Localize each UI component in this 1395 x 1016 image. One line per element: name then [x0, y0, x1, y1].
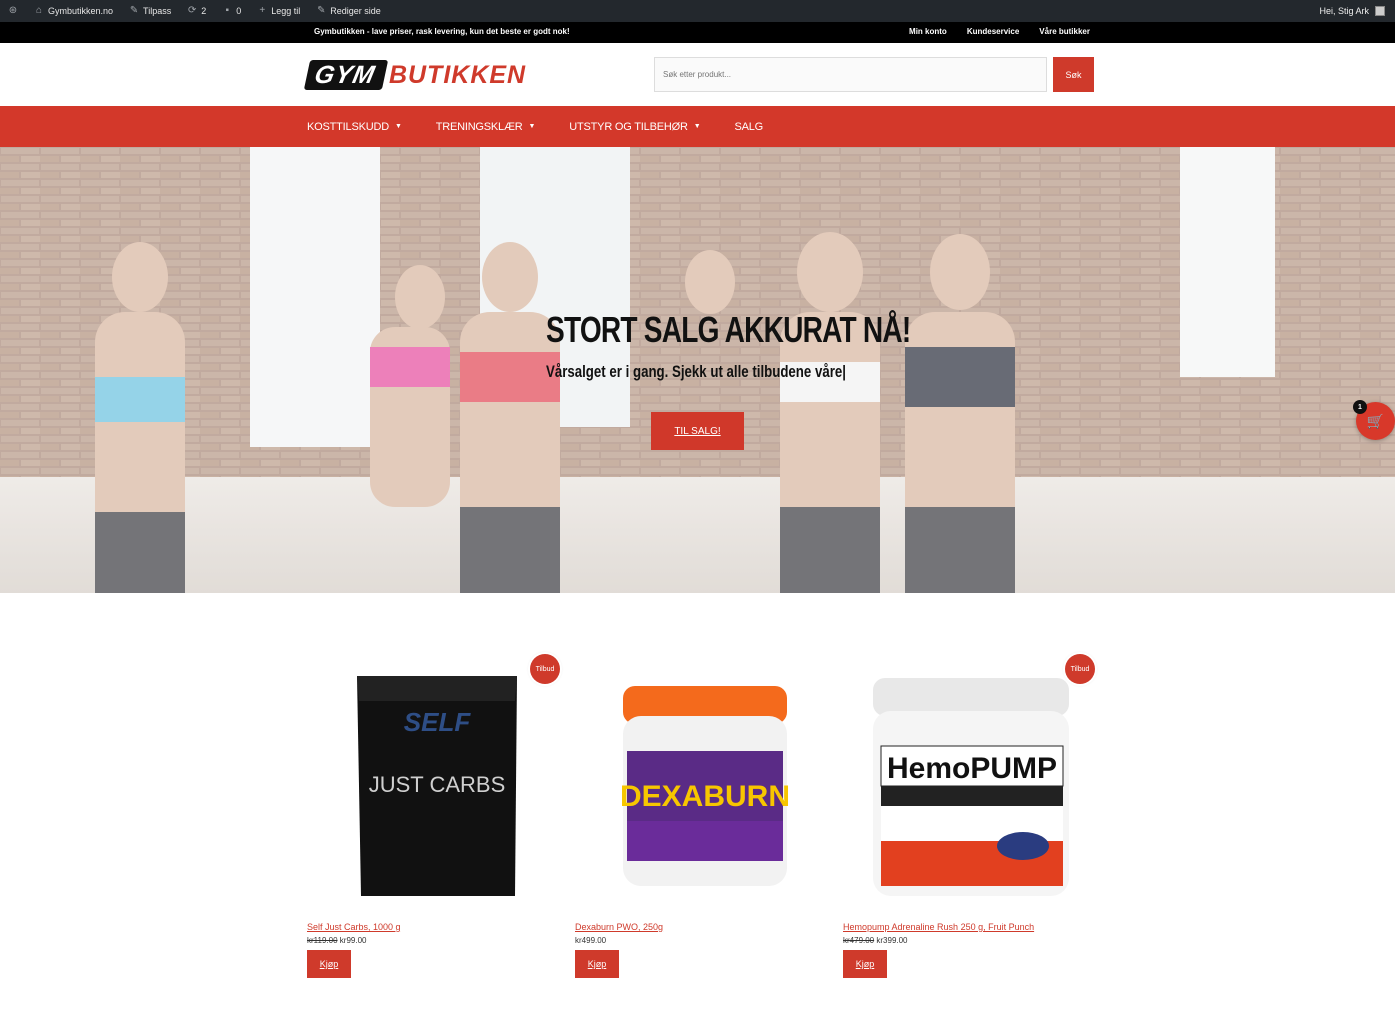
site-header: GYM BUTIKKEN Søk	[0, 43, 1395, 106]
pencil-icon: ✎	[317, 5, 326, 16]
product-image[interactable]: DEXABURN	[575, 656, 835, 896]
admin-add-new-link[interactable]: + Legg til	[249, 0, 308, 22]
wordpress-logo-icon[interactable]: ⊛	[0, 0, 26, 22]
caret-down-icon: ▼	[528, 123, 536, 130]
product-name-link[interactable]: Self Just Carbs, 1000 g	[307, 922, 401, 932]
product-search-input[interactable]	[654, 57, 1047, 92]
avatar	[1375, 6, 1385, 16]
comment-icon: ▪	[225, 5, 229, 16]
admin-site-link[interactable]: ⌂ Gymbutikken.no	[26, 0, 121, 22]
my-account-link[interactable]: Min konto	[909, 27, 947, 36]
customer-service-link[interactable]: Kundeservice	[967, 27, 1019, 36]
product-image[interactable]: SELF JUST CARBS	[307, 656, 567, 896]
admin-account-menu[interactable]: Hei, Stig Ark	[1319, 6, 1395, 16]
svg-text:DEXABURN: DEXABURN	[620, 780, 790, 813]
admin-comments-link[interactable]: ▪ 0	[214, 0, 249, 22]
product-name-link[interactable]: Hemopump Adrenaline Rush 250 g, Fruit Pu…	[843, 922, 1034, 932]
caret-down-icon: ▼	[394, 123, 402, 130]
product-price: kr479.00 kr399.00	[843, 936, 908, 945]
admin-bar: ⊛ ⌂ Gymbutikken.no ✎ Tilpass ⟳ 2 ▪ 0 + Legg t…	[0, 0, 1395, 22]
our-stores-link[interactable]: Våre butikker	[1039, 27, 1090, 36]
sale-badge: Tilbud	[1065, 654, 1095, 684]
top-info-bar: Gymbutikken - lave priser, rask levering…	[0, 22, 1395, 43]
cart-count-badge: 1	[1353, 400, 1367, 414]
nav-item-utstyr[interactable]: UTSTYR OG TILBEHØR ▼	[569, 121, 700, 133]
hero-banner: STORT SALG AKKURAT NÅ! Vårsalget er i ga…	[0, 147, 1395, 593]
buy-button[interactable]: Kjøp	[575, 950, 619, 978]
hero-cta-button[interactable]: TIL SALG!	[651, 412, 744, 450]
admin-updates-link[interactable]: ⟳ 2	[179, 0, 214, 22]
svg-text:SELF: SELF	[404, 707, 472, 737]
search-button[interactable]: Søk	[1053, 57, 1094, 92]
site-logo[interactable]: GYM BUTIKKEN	[303, 60, 526, 90]
nav-item-salg[interactable]: SALG	[734, 121, 763, 133]
cart-icon: 🛒	[1366, 412, 1385, 429]
top-links: Min konto Kundeservice Våre butikker	[909, 27, 1090, 36]
nav-item-kosttilskudd[interactable]: KOSTTILSKUDD ▼	[307, 121, 402, 133]
tagline: Gymbutikken - lave priser, rask levering…	[314, 27, 570, 36]
admin-customize-link[interactable]: ✎ Tilpass	[121, 0, 179, 22]
product-price: kr499.00	[575, 936, 607, 945]
buy-button[interactable]: Kjøp	[307, 950, 351, 978]
admin-edit-page-link[interactable]: ✎ Rediger side	[308, 0, 389, 22]
buy-button[interactable]: Kjøp	[843, 950, 887, 978]
caret-down-icon: ▼	[693, 123, 701, 130]
product-name-link[interactable]: Dexaburn PWO, 250g	[575, 922, 663, 932]
plus-icon: +	[259, 5, 266, 16]
sale-badge: Tilbud	[530, 654, 560, 684]
nav-item-treningsklaer[interactable]: TRENINGSKLÆR ▼	[436, 121, 536, 133]
svg-text:HemoPUMP: HemoPUMP	[887, 752, 1057, 785]
hero-subtitle: Vårsalget er i gang. Sjekk ut alle tilbu…	[546, 362, 846, 381]
product-price: kr119.00 kr99.00	[307, 936, 367, 945]
brush-icon: ✎	[129, 5, 139, 16]
svg-text:JUST CARBS: JUST CARBS	[369, 772, 506, 797]
home-icon: ⌂	[35, 5, 43, 16]
hero-title: STORT SALG AKKURAT NÅ!	[546, 309, 911, 350]
product-image[interactable]: HemoPUMP	[843, 656, 1103, 896]
refresh-icon: ⟳	[188, 5, 197, 16]
main-navigation: KOSTTILSKUDD ▼ TRENINGSKLÆR ▼ UTSTYR OG TI…	[0, 106, 1395, 147]
